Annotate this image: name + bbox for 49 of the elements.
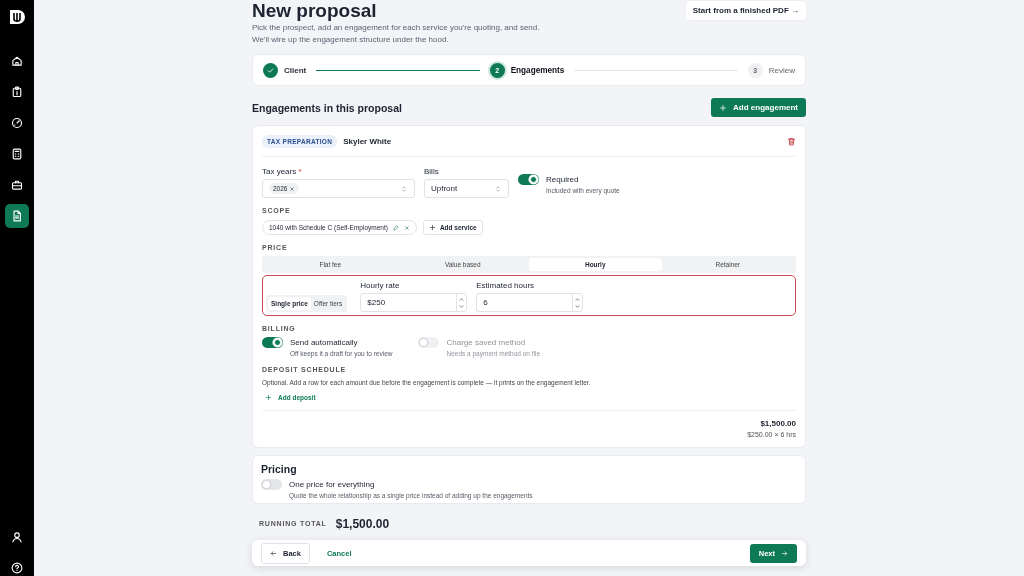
plus-icon: [265, 394, 272, 401]
sidebar-item[interactable]: [5, 204, 29, 228]
briefcase-icon: [11, 179, 23, 191]
toggle-switch[interactable]: [262, 337, 283, 348]
select-field[interactable]: Upfront: [424, 179, 509, 198]
plus-icon: [428, 224, 436, 231]
chevron-icon: [494, 184, 502, 193]
client-name: Skyler White: [343, 136, 392, 146]
toggle-switch[interactable]: [518, 174, 539, 185]
field-label: Tax years *: [262, 167, 303, 176]
document-icon: [11, 210, 23, 222]
clipboard-icon: [11, 86, 23, 98]
close-icon: [289, 185, 296, 192]
calculator-icon: [11, 148, 23, 160]
page-title: New proposal: [252, 1, 378, 21]
step-label[interactable]: Client: [284, 65, 307, 75]
number-field[interactable]: $250: [360, 293, 468, 312]
arrow-left-icon: [270, 549, 277, 557]
step-label[interactable]: Engagements: [510, 65, 565, 75]
number-field[interactable]: 6: [476, 293, 584, 312]
person-icon: [11, 531, 23, 543]
trash-icon[interactable]: [787, 136, 796, 146]
help-icon: [11, 562, 23, 574]
gauge-icon: [11, 117, 23, 129]
plus-icon: [719, 103, 728, 112]
engagement-total: $1,500.00: [760, 419, 796, 428]
add-engagement-button[interactable]: Add engagement: [711, 98, 806, 117]
home-icon: [11, 55, 23, 67]
arrow-right-icon: [781, 549, 788, 557]
chevron-icon: [400, 184, 408, 193]
pdf-button[interactable]: Start from a finished PDF →: [685, 1, 806, 20]
toggle-label: Send automatically: [290, 338, 359, 347]
field-label: Estimated hours: [476, 281, 536, 290]
down-icon: [574, 302, 582, 310]
page-subtitle: Pick the prospect, add an engagement for each service you're quoting, and send. We'll wire up the engagement structure under the hood.: [252, 22, 541, 46]
field-label: Hourly rate: [360, 281, 401, 290]
toggle-label: One price for everything: [289, 480, 376, 489]
app-logo[interactable]: [8, 8, 26, 26]
step-label[interactable]: Review: [768, 65, 795, 75]
field-label: Bills: [424, 167, 440, 176]
toggle-switch[interactable]: [261, 479, 282, 490]
running-total-amount: $1,500.00: [335, 516, 390, 531]
up-icon: [574, 295, 582, 303]
up-icon: [458, 295, 466, 303]
toggle-label: Required: [546, 175, 580, 184]
down-icon: [458, 302, 466, 310]
toggle-label: Charge saved method: [446, 338, 527, 347]
card-title: Pricing: [261, 463, 298, 475]
section-title: Engagements in this proposal: [252, 101, 402, 114]
